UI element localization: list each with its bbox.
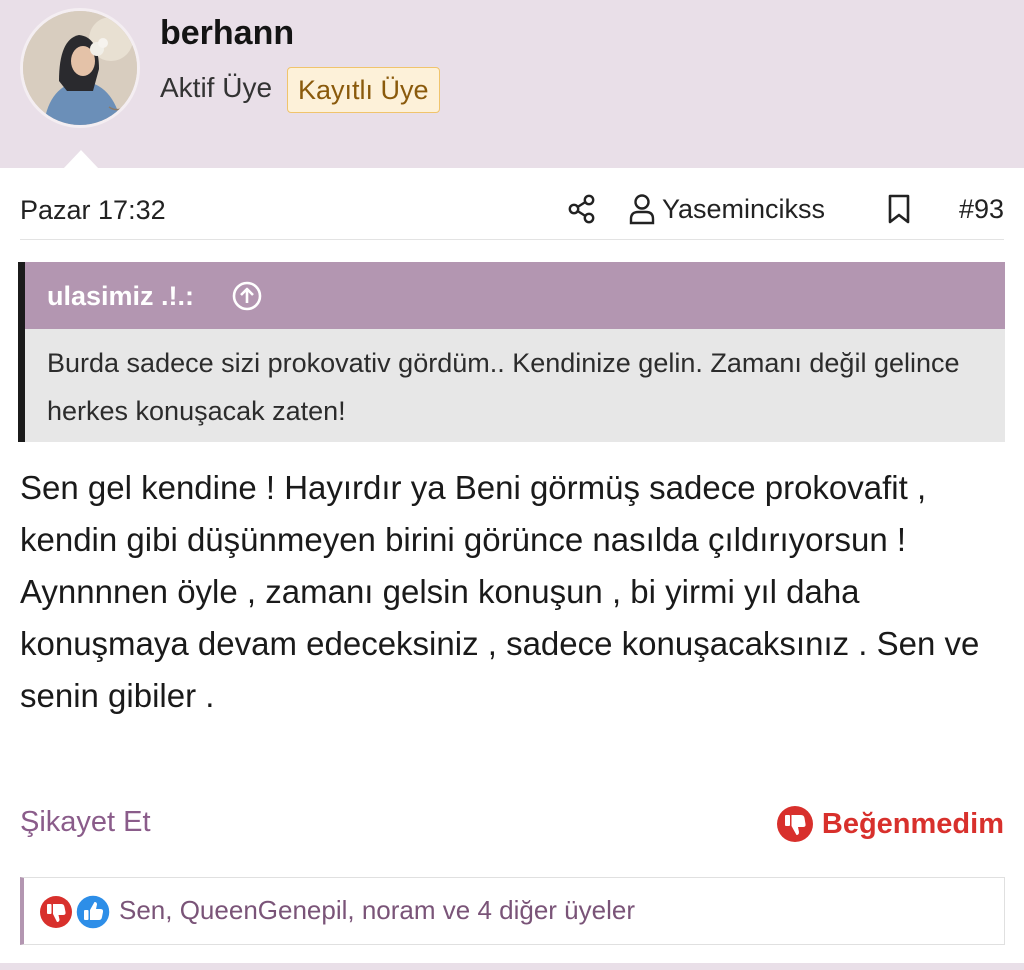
quote-header: ulasimiz .!.: bbox=[25, 262, 1005, 329]
avatar[interactable] bbox=[20, 8, 140, 128]
post-body: Sen gel kendine ! Hayırdır ya Beni görmü… bbox=[20, 469, 980, 714]
post-author[interactable]: Yasemincikss bbox=[662, 194, 825, 225]
avatar-illustration bbox=[23, 11, 137, 125]
reactions-text[interactable]: Sen, QueenGenepil, noram ve 4 diğer üyel… bbox=[119, 895, 635, 926]
user-badge: Kayıtlı Üye bbox=[287, 67, 440, 113]
post-number[interactable]: #93 bbox=[959, 194, 1004, 225]
quote-block: ulasimiz .!.: Burda sadece sizi prokovat… bbox=[18, 262, 1005, 442]
post-meta-bar: Pazar 17:32 Yasemincikss #93 bbox=[20, 180, 1004, 240]
user-title: Aktif Üye bbox=[160, 72, 273, 103]
report-link[interactable]: Şikayet Et bbox=[20, 806, 151, 839]
reactions-bar[interactable]: Sen, QueenGenepil, noram ve 4 diğer üyel… bbox=[20, 877, 1005, 945]
user-icon bbox=[629, 194, 655, 225]
bookmark-icon[interactable] bbox=[886, 193, 912, 225]
thumbs-down-icon bbox=[40, 896, 72, 928]
user-header: berhann Aktif Üye Kayıtlı Üye bbox=[0, 0, 1024, 169]
dislike-button[interactable]: Beğenmedim bbox=[776, 804, 1004, 844]
share-icon[interactable] bbox=[568, 194, 596, 224]
quote-author[interactable]: ulasimiz .!.: bbox=[47, 281, 194, 312]
next-post-strip bbox=[0, 963, 1024, 970]
thumbs-down-icon bbox=[776, 806, 813, 842]
header-pointer bbox=[63, 150, 99, 169]
dislike-label: Beğenmedim bbox=[821, 807, 1004, 840]
username[interactable]: berhann bbox=[160, 14, 294, 53]
thumbs-up-icon bbox=[75, 894, 111, 930]
post-date[interactable]: Pazar 17:32 bbox=[20, 195, 166, 226]
arrow-up-circle-icon[interactable] bbox=[231, 280, 263, 312]
quote-text: Burda sadece sizi prokovativ gördüm.. Ke… bbox=[47, 348, 960, 426]
